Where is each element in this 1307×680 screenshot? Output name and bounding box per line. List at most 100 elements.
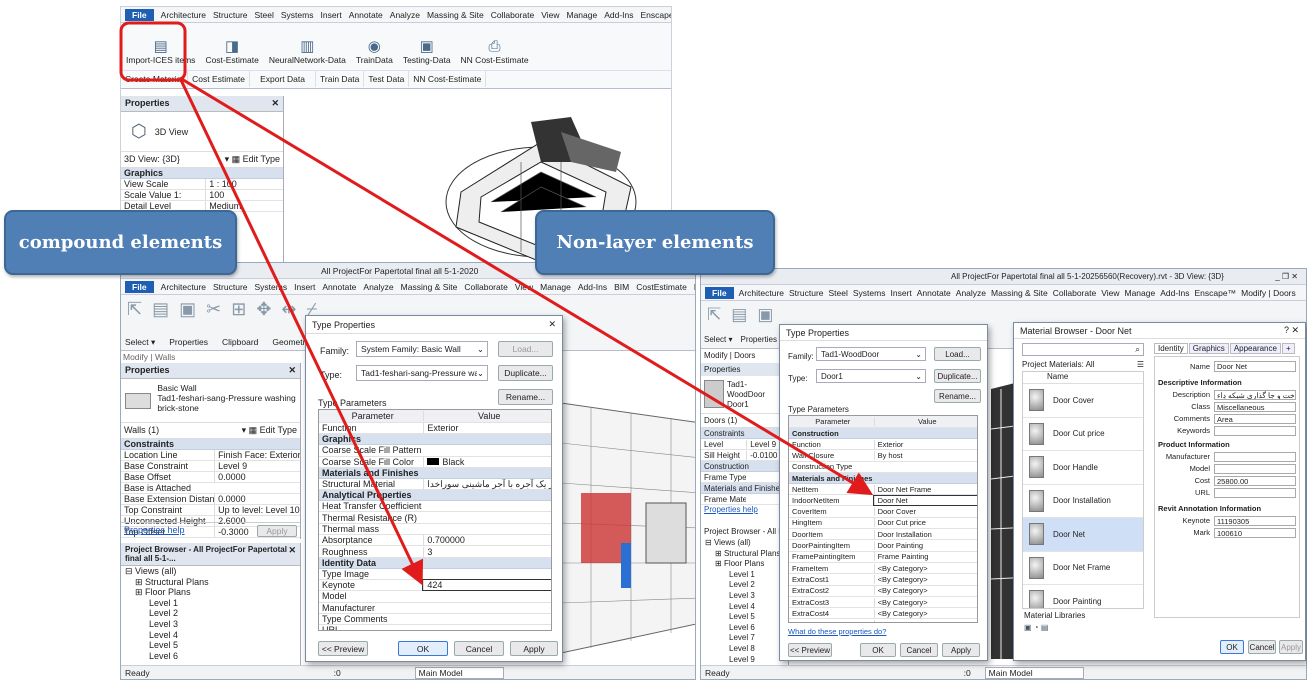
menu-massing-site[interactable]: Massing & Site [401,282,458,292]
close-icon[interactable]: ✕ [271,98,279,109]
browser-item[interactable]: Level 2 [125,608,300,619]
parameter-value[interactable]: دیوار یک آجره با آجر ماشینی سوراخدا [423,478,551,490]
menu-file[interactable]: File [125,8,154,21]
tool-import-ices-items[interactable]: ▤ Import-ICES items [123,27,198,65]
mirror-tool-icon[interactable]: ⇹ [281,299,296,320]
load-button[interactable]: Load... [934,347,981,361]
tab-graphics[interactable]: Graphics [1188,343,1229,354]
paste-tool-icon[interactable]: ▣ [179,299,196,320]
menu-analyze[interactable]: Analyze [390,10,420,20]
browser-item[interactable]: Level 5 [705,612,788,623]
menu-architecture[interactable]: Architecture [161,10,206,20]
apply-button[interactable]: Apply [257,525,297,537]
cancel-button[interactable]: Cancel [1248,640,1276,654]
menu-add-ins[interactable]: Add-Ins [578,282,607,292]
edit-type-button[interactable]: ▾ ▦ Edit Type [242,425,297,436]
menu-file[interactable]: File [125,280,154,293]
parameter-value[interactable]: 424 [422,579,551,592]
ok-button[interactable]: OK [398,641,448,656]
parameter-value[interactable]: Frame Painting [873,552,977,562]
parameter-value[interactable]: <By Category> [873,586,977,596]
parameter-value[interactable]: Door Cover [873,507,977,517]
menu-insert[interactable]: Insert [294,282,315,292]
move-tool-icon[interactable]: ✥ [256,299,271,320]
modify-tool-icon[interactable]: ⇱ [127,299,142,320]
type-dropdown[interactable]: Door1 ⌄ [816,369,926,383]
menu-bim[interactable]: BIM [614,282,629,292]
menu-systems[interactable]: Systems [853,288,886,298]
menu-collaborate[interactable]: Collaborate [491,10,534,20]
browser-item[interactable]: Level 1 [705,570,788,581]
property-value[interactable]: 0.0000 [214,472,300,482]
properties-tool-icon[interactable]: ▤ [152,299,169,320]
edit-type-button[interactable]: ▾ ▦ Edit Type [225,154,280,165]
preview-button[interactable]: << Preview [318,641,368,656]
apply-button[interactable]: Apply [942,643,980,657]
panel-select-[interactable]: Select ▾ [704,335,732,344]
menu-collaborate[interactable]: Collaborate [1053,288,1096,298]
menu-costestimate[interactable]: CostEstimate [636,282,687,292]
property-value[interactable]: 1 : 100 [205,179,283,189]
close-icon[interactable]: ✕ [288,365,296,376]
ok-button[interactable]: OK [860,643,896,657]
menu-massing-site[interactable]: Massing & Site [991,288,1048,298]
menu-insert[interactable]: Insert [320,10,341,20]
material-filter-dropdown[interactable]: Project Materials: All [1022,360,1094,369]
material-item[interactable]: Door Painting [1023,585,1143,608]
duplicate-button[interactable]: Duplicate... [934,369,981,383]
family-dropdown[interactable]: Tad1-WoodDoor ⌄ [816,347,926,361]
menu-collaborate[interactable]: Collaborate [464,282,507,292]
paste-tool-icon[interactable]: ▣ [757,305,773,325]
browser-item[interactable]: Level 6 [705,623,788,634]
help-link[interactable]: What do these properties do? [788,627,886,636]
menu-annotate[interactable]: Annotate [349,10,383,20]
field-value[interactable]: 11190305 [1214,515,1296,526]
browser-item[interactable]: Level 4 [125,630,300,641]
browser-item[interactable]: ⊟ Views (all) [705,538,788,549]
panel-properties[interactable]: Properties [740,335,776,344]
apply-button[interactable]: Apply [510,641,558,656]
field-value[interactable]: 25800.00 [1214,475,1296,486]
menu-structure[interactable]: Structure [213,282,248,292]
parameter-value[interactable]: Black [423,456,551,467]
family-dropdown[interactable]: System Family: Basic Wall ⌄ [356,341,488,357]
parameter-value[interactable]: <By Category> [873,574,977,584]
browser-item[interactable]: ⊞ Structural Plans [125,577,300,588]
property-value[interactable]: Level 9 [214,461,300,471]
material-item[interactable]: Door Installation [1023,485,1143,518]
cancel-button[interactable]: Cancel [454,641,504,656]
menu-analyze[interactable]: Analyze [956,288,986,298]
menu-view[interactable]: View [541,10,559,20]
tab--[interactable]: + [1281,343,1295,354]
instance-selector[interactable]: 3D View: {3D} [124,154,180,165]
material-item[interactable]: Door Net Frame [1023,552,1143,585]
material-name-field[interactable]: Door Net [1214,361,1296,372]
menu-annotate[interactable]: Annotate [917,288,951,298]
menu-add-ins[interactable]: Add-Ins [604,10,633,20]
browser-item[interactable]: Level 9 [705,655,788,666]
tab-identity[interactable]: Identity [1154,343,1188,354]
browser-item[interactable]: Level 4 [705,602,788,613]
type-dropdown[interactable]: Tad1-feshari-sang-Pressure washing br⌄ [356,365,488,381]
instance-selector[interactable]: Walls (1) [124,425,159,436]
parameter-value[interactable]: Exterior [423,423,551,434]
menu-file[interactable]: File [705,286,734,299]
browser-item[interactable]: ⊟ Views (all) [125,566,300,577]
menu-add-ins[interactable]: Add-Ins [1160,288,1189,298]
field-value[interactable]: تهیه، ساخت و جا گذاری شبکه دِاء [1214,389,1296,400]
menu-steel[interactable]: Steel [829,288,848,298]
menu-insert[interactable]: Insert [890,288,911,298]
menu-structure[interactable]: Structure [789,288,824,298]
menu-massing-site[interactable]: Massing & Site [427,10,484,20]
menu-systems[interactable]: Systems [255,282,288,292]
material-search-input[interactable]: ⌕ [1022,343,1144,356]
property-value[interactable]: Finish Face: Exterior [214,450,300,460]
browser-item[interactable]: Level 7 [705,633,788,644]
parameter-value[interactable]: <By Category> [873,563,977,573]
close-icon[interactable]: ✕ [288,545,296,563]
menu-architecture[interactable]: Architecture [739,288,784,298]
field-value[interactable] [1214,425,1296,436]
tool-neuralnetwork-data[interactable]: ▥ NeuralNetwork-Data [266,27,349,65]
field-value[interactable]: 100610 [1214,527,1296,538]
menu-enscape-[interactable]: Enscape™ [641,10,671,20]
